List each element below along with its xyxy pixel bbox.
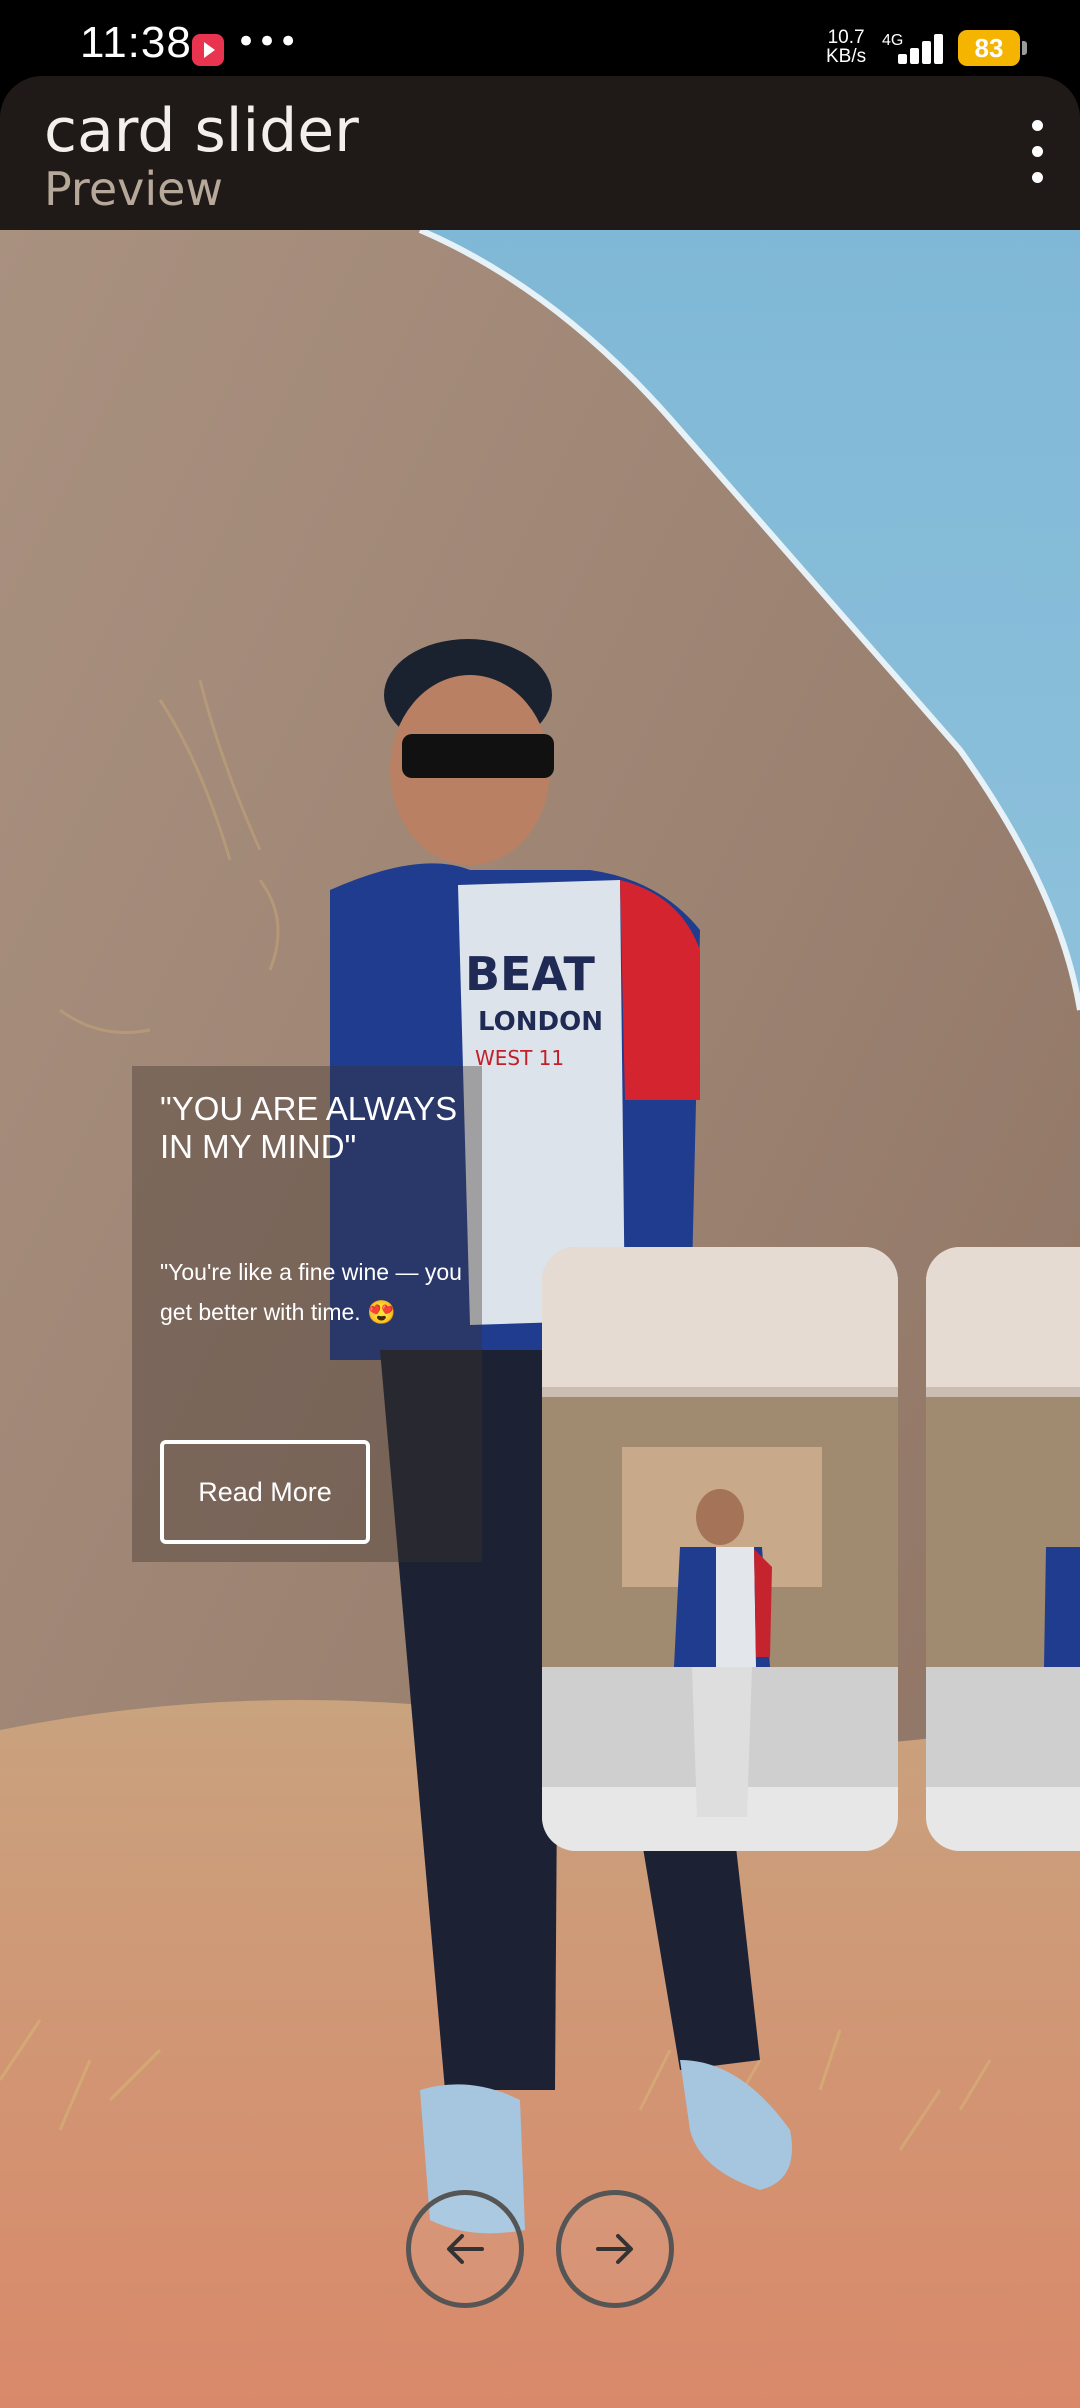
status-more-icon: •••: [236, 22, 300, 62]
overflow-menu-icon[interactable]: [1016, 116, 1060, 188]
slide-thumbnail-card[interactable]: [926, 1247, 1080, 1851]
thumbnail-photo: [542, 1247, 898, 1851]
network-speed: 10.7 KB/s: [826, 28, 866, 66]
app-title: card slider: [44, 96, 359, 166]
status-time: 11:38: [80, 18, 192, 67]
status-bar: 11:38 ••• 10.7 KB/s 4G 83: [0, 0, 1080, 78]
slide-thumbnail-card[interactable]: [542, 1247, 898, 1851]
card-body: "You're like a fine wine — you get bette…: [160, 1259, 462, 1325]
read-more-button[interactable]: Read More: [160, 1440, 370, 1544]
hero-slide: BEAT LONDON WEST 11 "YOU ARE ALWAYS IN M…: [0, 230, 1080, 2408]
next-button[interactable]: [556, 2190, 674, 2308]
app-subtitle: Preview: [44, 162, 224, 216]
network-speed-value: 10.7: [827, 27, 865, 48]
thumbnail-photo: [926, 1247, 1080, 1851]
svg-text:BEAT: BEAT: [465, 947, 596, 1001]
signal-icon: [898, 32, 946, 64]
video-app-icon: [192, 34, 224, 66]
card-heading: "YOU ARE ALWAYS IN MY MIND": [160, 1090, 458, 1165]
svg-text:LONDON: LONDON: [478, 1007, 603, 1037]
network-speed-unit: KB/s: [826, 46, 867, 67]
arrow-left-icon: [447, 2234, 484, 2264]
app-bar: card slider Preview: [0, 76, 1080, 230]
svg-text:WEST 11: WEST 11: [475, 1046, 564, 1070]
prev-button[interactable]: [406, 2190, 524, 2308]
battery-icon: 83: [958, 30, 1020, 66]
battery-tip: [1022, 41, 1027, 55]
arrow-right-icon: [596, 2234, 633, 2264]
